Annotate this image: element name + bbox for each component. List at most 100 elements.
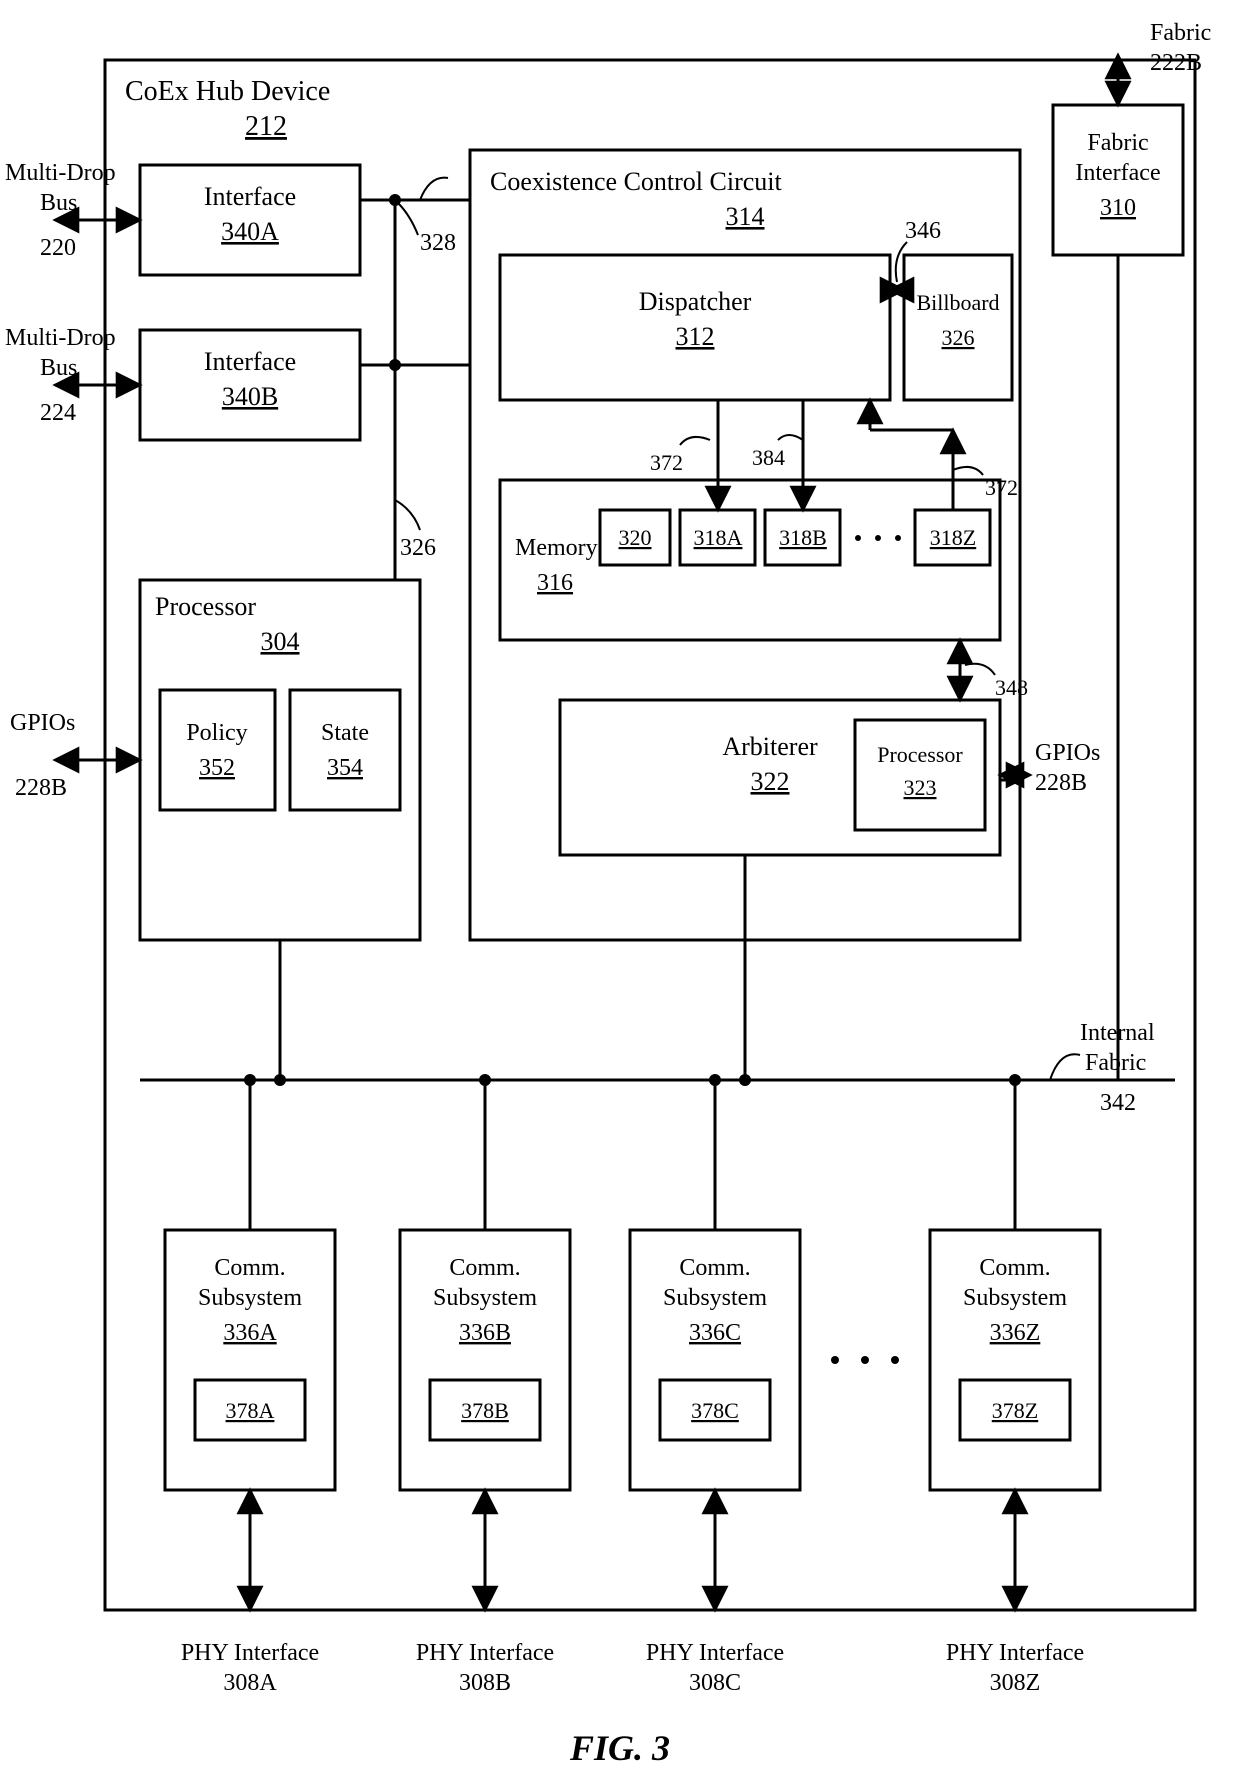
small-processor-box: Processor 323	[855, 720, 985, 830]
svg-text:Subsystem: Subsystem	[663, 1285, 767, 1311]
ellipsis-dot-icon	[855, 535, 861, 541]
internal-fabric-label2: Fabric	[1085, 1050, 1146, 1076]
svg-text:Subsystem: Subsystem	[198, 1285, 302, 1311]
fabric-if-ref: 310	[1100, 195, 1136, 221]
svg-text:Subsystem: Subsystem	[433, 1285, 537, 1311]
state-title: State	[321, 720, 369, 746]
phy-a-title: PHY Interface	[181, 1640, 319, 1666]
junction-dot-icon	[739, 1074, 751, 1086]
dispatcher-title: Dispatcher	[639, 287, 752, 316]
billboard-title: Billboard	[916, 290, 999, 315]
phy-b-ref: 308B	[459, 1670, 511, 1696]
mem-320-ref: 320	[619, 525, 652, 550]
phy-z-ref: 308Z	[990, 1670, 1041, 1696]
fabric-ext-ref: 222B	[1150, 50, 1202, 76]
dispatcher-ref: 312	[676, 322, 715, 351]
callout-326: 326	[400, 535, 436, 561]
ellipsis-dot-icon	[831, 1356, 839, 1364]
junction-dot-icon	[1009, 1074, 1021, 1086]
leader-icon	[965, 664, 995, 675]
comm-z-inner: 378Z	[992, 1398, 1038, 1423]
state-ref: 354	[327, 755, 363, 781]
interface-a-ref: 340A	[221, 217, 279, 246]
comm-c-ref: 336C	[689, 1320, 741, 1346]
callout-384: 384	[752, 445, 785, 470]
processor-304-box: Processor 304 Policy 352 State 354	[140, 580, 420, 940]
leader-icon	[398, 203, 418, 235]
mem-318b-ref: 318B	[779, 525, 827, 550]
ellipsis-dot-icon	[875, 535, 881, 541]
mem-318a-ref: 318A	[694, 525, 743, 550]
callout-328: 328	[420, 230, 456, 256]
comm-a-ref: 336A	[223, 1320, 277, 1346]
small-processor-ref: 323	[904, 775, 937, 800]
leader-icon	[778, 435, 803, 440]
interface-340a-box: Interface 340A	[140, 165, 360, 275]
arbiterer-box: Arbiterer 322 Processor 323	[560, 700, 1000, 855]
policy-box: Policy 352	[160, 690, 275, 810]
fabric-if-t2: Interface	[1075, 160, 1160, 186]
callout-372b: 372	[985, 475, 1018, 500]
interface-a-title: Interface	[204, 182, 296, 211]
coexcc-ref: 314	[726, 202, 765, 231]
dispatcher-box: Dispatcher 312	[500, 255, 890, 400]
memory-box: Memory 316 320 318A 318B 318Z	[500, 480, 1000, 640]
comm-subsystem-b: Comm. Subsystem 336B 378B	[400, 1230, 570, 1490]
callout-372a: 372	[650, 450, 683, 475]
leader-icon	[953, 467, 983, 475]
junction-dot-icon	[479, 1074, 491, 1086]
mdbus2-t2: Bus	[40, 355, 77, 381]
comm-b-ref: 336B	[459, 1320, 511, 1346]
arbiterer-title: Arbiterer	[722, 732, 818, 761]
phy-c-ref: 308C	[689, 1670, 741, 1696]
phy-b-title: PHY Interface	[416, 1640, 554, 1666]
phy-z-title: PHY Interface	[946, 1640, 1084, 1666]
callout-348: 348	[995, 675, 1028, 700]
coexcc-title: Coexistence Control Circuit	[490, 167, 783, 196]
comm-a-inner: 378A	[226, 1398, 275, 1423]
comm-subsystem-c: Comm. Subsystem 336C 378C	[630, 1230, 800, 1490]
mdbus1-t1: Multi-Drop	[5, 160, 116, 186]
leader-icon	[395, 500, 420, 530]
junction-dot-icon	[274, 1074, 286, 1086]
leader-icon	[680, 437, 710, 445]
gpios2-title: GPIOs	[1035, 740, 1100, 766]
svg-text:Comm.: Comm.	[214, 1255, 285, 1281]
svg-text:Comm.: Comm.	[449, 1255, 520, 1281]
comm-c-inner: 378C	[691, 1398, 739, 1423]
svg-text:Subsystem: Subsystem	[963, 1285, 1067, 1311]
interface-340b-box: Interface 340B	[140, 330, 360, 440]
junction-dot-icon	[709, 1074, 721, 1086]
ellipsis-dot-icon	[895, 535, 901, 541]
comm-z-ref: 336Z	[990, 1320, 1041, 1346]
fabric-interface-box: Fabric Interface 310	[1053, 105, 1183, 255]
mdbus2-ref: 224	[40, 400, 76, 426]
comm-b-inner: 378B	[461, 1398, 509, 1423]
mem-318z-ref: 318Z	[930, 525, 976, 550]
internal-fabric-ref: 342	[1100, 1090, 1136, 1116]
memory-ref: 316	[537, 570, 573, 596]
svg-text:Comm.: Comm.	[979, 1255, 1050, 1281]
ellipsis-dot-icon	[891, 1356, 899, 1364]
junction-dot-icon	[244, 1074, 256, 1086]
mdbus1-ref: 220	[40, 235, 76, 261]
interface-b-title: Interface	[204, 347, 296, 376]
policy-ref: 352	[199, 755, 235, 781]
svg-text:Comm.: Comm.	[679, 1255, 750, 1281]
mdbus1-t2: Bus	[40, 190, 77, 216]
gpios2-ref: 228B	[1035, 770, 1087, 796]
phy-a-ref: 308A	[223, 1670, 277, 1696]
processor-ref: 304	[261, 627, 300, 656]
gpios-title: GPIOs	[10, 710, 75, 736]
phy-c-title: PHY Interface	[646, 1640, 784, 1666]
state-box: State 354	[290, 690, 400, 810]
processor-title: Processor	[155, 592, 256, 621]
fabric-if-t1: Fabric	[1087, 130, 1148, 156]
arbiterer-ref: 322	[751, 767, 790, 796]
figure-label: FIG. 3	[569, 1728, 670, 1768]
gpios-ref: 228B	[15, 775, 67, 801]
coexcc-box: Coexistence Control Circuit 314 Dispatch…	[470, 150, 1020, 940]
leader-icon	[1050, 1054, 1080, 1080]
small-processor-title: Processor	[877, 742, 963, 767]
ellipsis-dot-icon	[861, 1356, 869, 1364]
